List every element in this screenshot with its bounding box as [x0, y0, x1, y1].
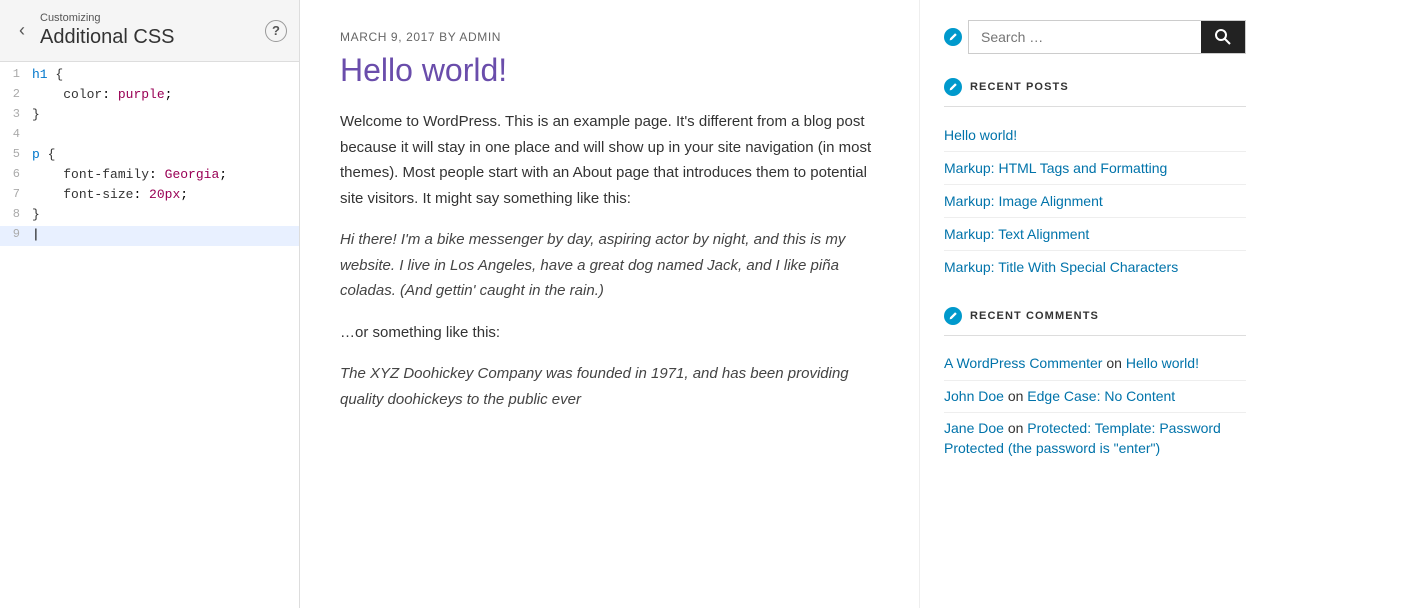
line-content: |	[28, 227, 299, 242]
recent-comments-title: Recent Comments	[970, 310, 1099, 322]
help-button[interactable]: ?	[265, 20, 287, 42]
recent-posts-list: Hello world! Markup: HTML Tags and Forma…	[944, 119, 1246, 283]
recent-posts-edit-icon[interactable]	[944, 78, 962, 96]
search-button[interactable]	[1201, 21, 1245, 53]
post-paragraph-1: Welcome to WordPress. This is an example…	[340, 109, 879, 211]
recent-posts-header: Recent Posts	[944, 78, 1246, 107]
post-meta: March 9, 2017 by Admin	[340, 30, 879, 44]
comment-post-2[interactable]: Edge Case: No Content	[1027, 388, 1175, 404]
back-button[interactable]: ‹	[8, 17, 36, 45]
pencil-icon	[948, 82, 958, 92]
recent-posts-title: Recent Posts	[970, 81, 1069, 93]
line-number: 8	[0, 207, 28, 221]
pencil-icon	[948, 32, 958, 42]
comment-author-1[interactable]: A WordPress Commenter	[944, 355, 1102, 371]
line-number: 2	[0, 87, 28, 101]
recent-post-link-2[interactable]: Markup: HTML Tags and Formatting	[944, 160, 1167, 176]
list-item: Hello world!	[944, 119, 1246, 152]
panel-title: Additional CSS	[40, 26, 283, 49]
comment-post-1[interactable]: Hello world!	[1126, 355, 1199, 371]
list-item: Markup: HTML Tags and Formatting	[944, 152, 1246, 185]
list-item: Markup: Title With Special Characters	[944, 251, 1246, 283]
line-content: p {	[28, 147, 299, 162]
recent-post-link-3[interactable]: Markup: Image Alignment	[944, 193, 1103, 209]
comment-author-3[interactable]: Jane Doe	[944, 420, 1004, 436]
recent-comments-header: Recent Comments	[944, 307, 1246, 336]
right-sidebar: Recent Posts Hello world! Markup: HTML T…	[920, 0, 1270, 608]
panel-header: ‹ Customizing Additional CSS ?	[0, 0, 299, 62]
list-item: Markup: Image Alignment	[944, 185, 1246, 218]
code-line-5: 5 p {	[0, 146, 299, 166]
search-input-wrap	[968, 20, 1246, 54]
pencil-icon	[948, 311, 958, 321]
recent-post-link-4[interactable]: Markup: Text Alignment	[944, 226, 1089, 242]
comment-item-3: Jane Doe on Protected: Template: Passwor…	[944, 413, 1246, 464]
customizing-label: Customizing	[40, 12, 283, 24]
line-number: 6	[0, 167, 28, 181]
line-content: font-family: Georgia;	[28, 167, 299, 182]
line-content: }	[28, 207, 299, 222]
line-number: 5	[0, 147, 28, 161]
post-title: Hello world!	[340, 52, 879, 89]
recent-post-link-5[interactable]: Markup: Title With Special Characters	[944, 259, 1178, 275]
recent-posts-widget: Recent Posts Hello world! Markup: HTML T…	[944, 78, 1246, 283]
code-line-6: 6 font-family: Georgia;	[0, 166, 299, 186]
comment-author-2[interactable]: John Doe	[944, 388, 1004, 404]
search-input[interactable]	[969, 21, 1201, 53]
post-paragraph-2: Hi there! I'm a bike messenger by day, a…	[340, 227, 879, 304]
recent-post-link-1[interactable]: Hello world!	[944, 127, 1017, 143]
line-number: 7	[0, 187, 28, 201]
comment-on-3: on	[1008, 420, 1024, 436]
code-line-4: 4	[0, 126, 299, 146]
line-number: 9	[0, 227, 28, 241]
search-bar	[944, 20, 1246, 54]
code-line-9[interactable]: 9 |	[0, 226, 299, 246]
line-number: 1	[0, 67, 28, 81]
line-content: color: purple;	[28, 87, 299, 102]
recent-comments-list: A WordPress Commenter on Hello world! Jo…	[944, 348, 1246, 464]
post-paragraph-3: …or something like this:	[340, 320, 879, 346]
line-content: h1 {	[28, 67, 299, 82]
line-content: font-size: 20px;	[28, 187, 299, 202]
line-number: 4	[0, 127, 28, 141]
comment-item-1: A WordPress Commenter on Hello world!	[944, 348, 1246, 381]
comment-on-1: on	[1106, 355, 1122, 371]
search-widget	[944, 20, 1246, 54]
post-paragraph-4: The XYZ Doohickey Company was founded in…	[340, 361, 879, 412]
css-code-editor[interactable]: 1 h1 { 2 color: purple; 3 } 4 5 p { 6 fo…	[0, 62, 299, 608]
recent-comments-edit-icon[interactable]	[944, 307, 962, 325]
customizer-panel: ‹ Customizing Additional CSS ? 1 h1 { 2 …	[0, 0, 300, 608]
code-line-7: 7 font-size: 20px;	[0, 186, 299, 206]
main-content: March 9, 2017 by Admin Hello world! Welc…	[300, 0, 920, 608]
code-line-3: 3 }	[0, 106, 299, 126]
line-content: }	[28, 107, 299, 122]
list-item: Markup: Text Alignment	[944, 218, 1246, 251]
comment-on-2: on	[1008, 388, 1024, 404]
code-line-2: 2 color: purple;	[0, 86, 299, 106]
comment-item-2: John Doe on Edge Case: No Content	[944, 381, 1246, 414]
search-icon	[1215, 29, 1231, 45]
code-line-8: 8 }	[0, 206, 299, 226]
code-line-1: 1 h1 {	[0, 66, 299, 86]
line-number: 3	[0, 107, 28, 121]
search-edit-icon[interactable]	[944, 28, 962, 46]
recent-comments-widget: Recent Comments A WordPress Commenter on…	[944, 307, 1246, 464]
post-body: Welcome to WordPress. This is an example…	[340, 109, 879, 412]
